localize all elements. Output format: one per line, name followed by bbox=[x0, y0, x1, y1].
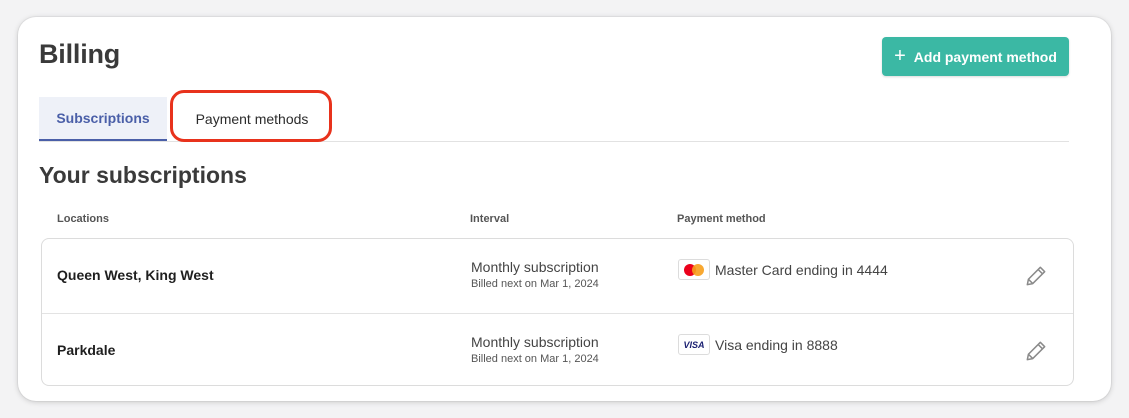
mastercard-icon bbox=[678, 259, 710, 280]
location-name: Parkdale bbox=[57, 342, 116, 358]
tab-payment-methods[interactable]: Payment methods bbox=[174, 97, 330, 141]
tab-subscriptions-label: Subscriptions bbox=[56, 110, 150, 126]
column-header-payment-method: Payment method bbox=[677, 213, 766, 225]
payment-method-cell: Master Card ending in 4444 bbox=[678, 259, 888, 280]
subscriptions-table: Queen West, King West Monthly subscripti… bbox=[41, 238, 1074, 386]
section-title: Your subscriptions bbox=[39, 162, 247, 188]
billing-date: Billed next on Mar 1, 2024 bbox=[471, 278, 599, 290]
column-header-interval: Interval bbox=[470, 213, 510, 225]
billing-date: Billed next on Mar 1, 2024 bbox=[471, 353, 599, 365]
tab-bar: Subscriptions Payment methods bbox=[39, 97, 1069, 142]
payment-method-label: Visa ending in 8888 bbox=[715, 336, 838, 353]
interval-label: Monthly subscription bbox=[471, 334, 599, 350]
table-row: Queen West, King West Monthly subscripti… bbox=[42, 239, 1073, 313]
location-name: Queen West, King West bbox=[57, 267, 214, 283]
add-payment-method-label: Add payment method bbox=[913, 48, 1057, 65]
tab-subscriptions[interactable]: Subscriptions bbox=[39, 97, 167, 141]
table-row: Parkdale Monthly subscription Billed nex… bbox=[42, 313, 1073, 385]
payment-method-cell: VISA Visa ending in 8888 bbox=[678, 334, 838, 355]
payment-method-label: Master Card ending in 4444 bbox=[715, 261, 888, 278]
plus-icon: + bbox=[894, 44, 906, 67]
page-title: Billing bbox=[39, 39, 121, 69]
add-payment-method-button[interactable]: + Add payment method bbox=[882, 37, 1069, 76]
interval-cell: Monthly subscription Billed next on Mar … bbox=[471, 259, 599, 290]
pencil-icon[interactable] bbox=[1023, 338, 1049, 364]
visa-icon: VISA bbox=[678, 334, 710, 355]
interval-label: Monthly subscription bbox=[471, 259, 599, 275]
tab-payment-methods-label: Payment methods bbox=[195, 111, 309, 127]
interval-cell: Monthly subscription Billed next on Mar … bbox=[471, 334, 599, 365]
pencil-icon[interactable] bbox=[1023, 263, 1049, 289]
billing-card: Billing + Add payment method Subscriptio… bbox=[18, 17, 1111, 401]
column-header-locations: Locations bbox=[57, 213, 109, 225]
